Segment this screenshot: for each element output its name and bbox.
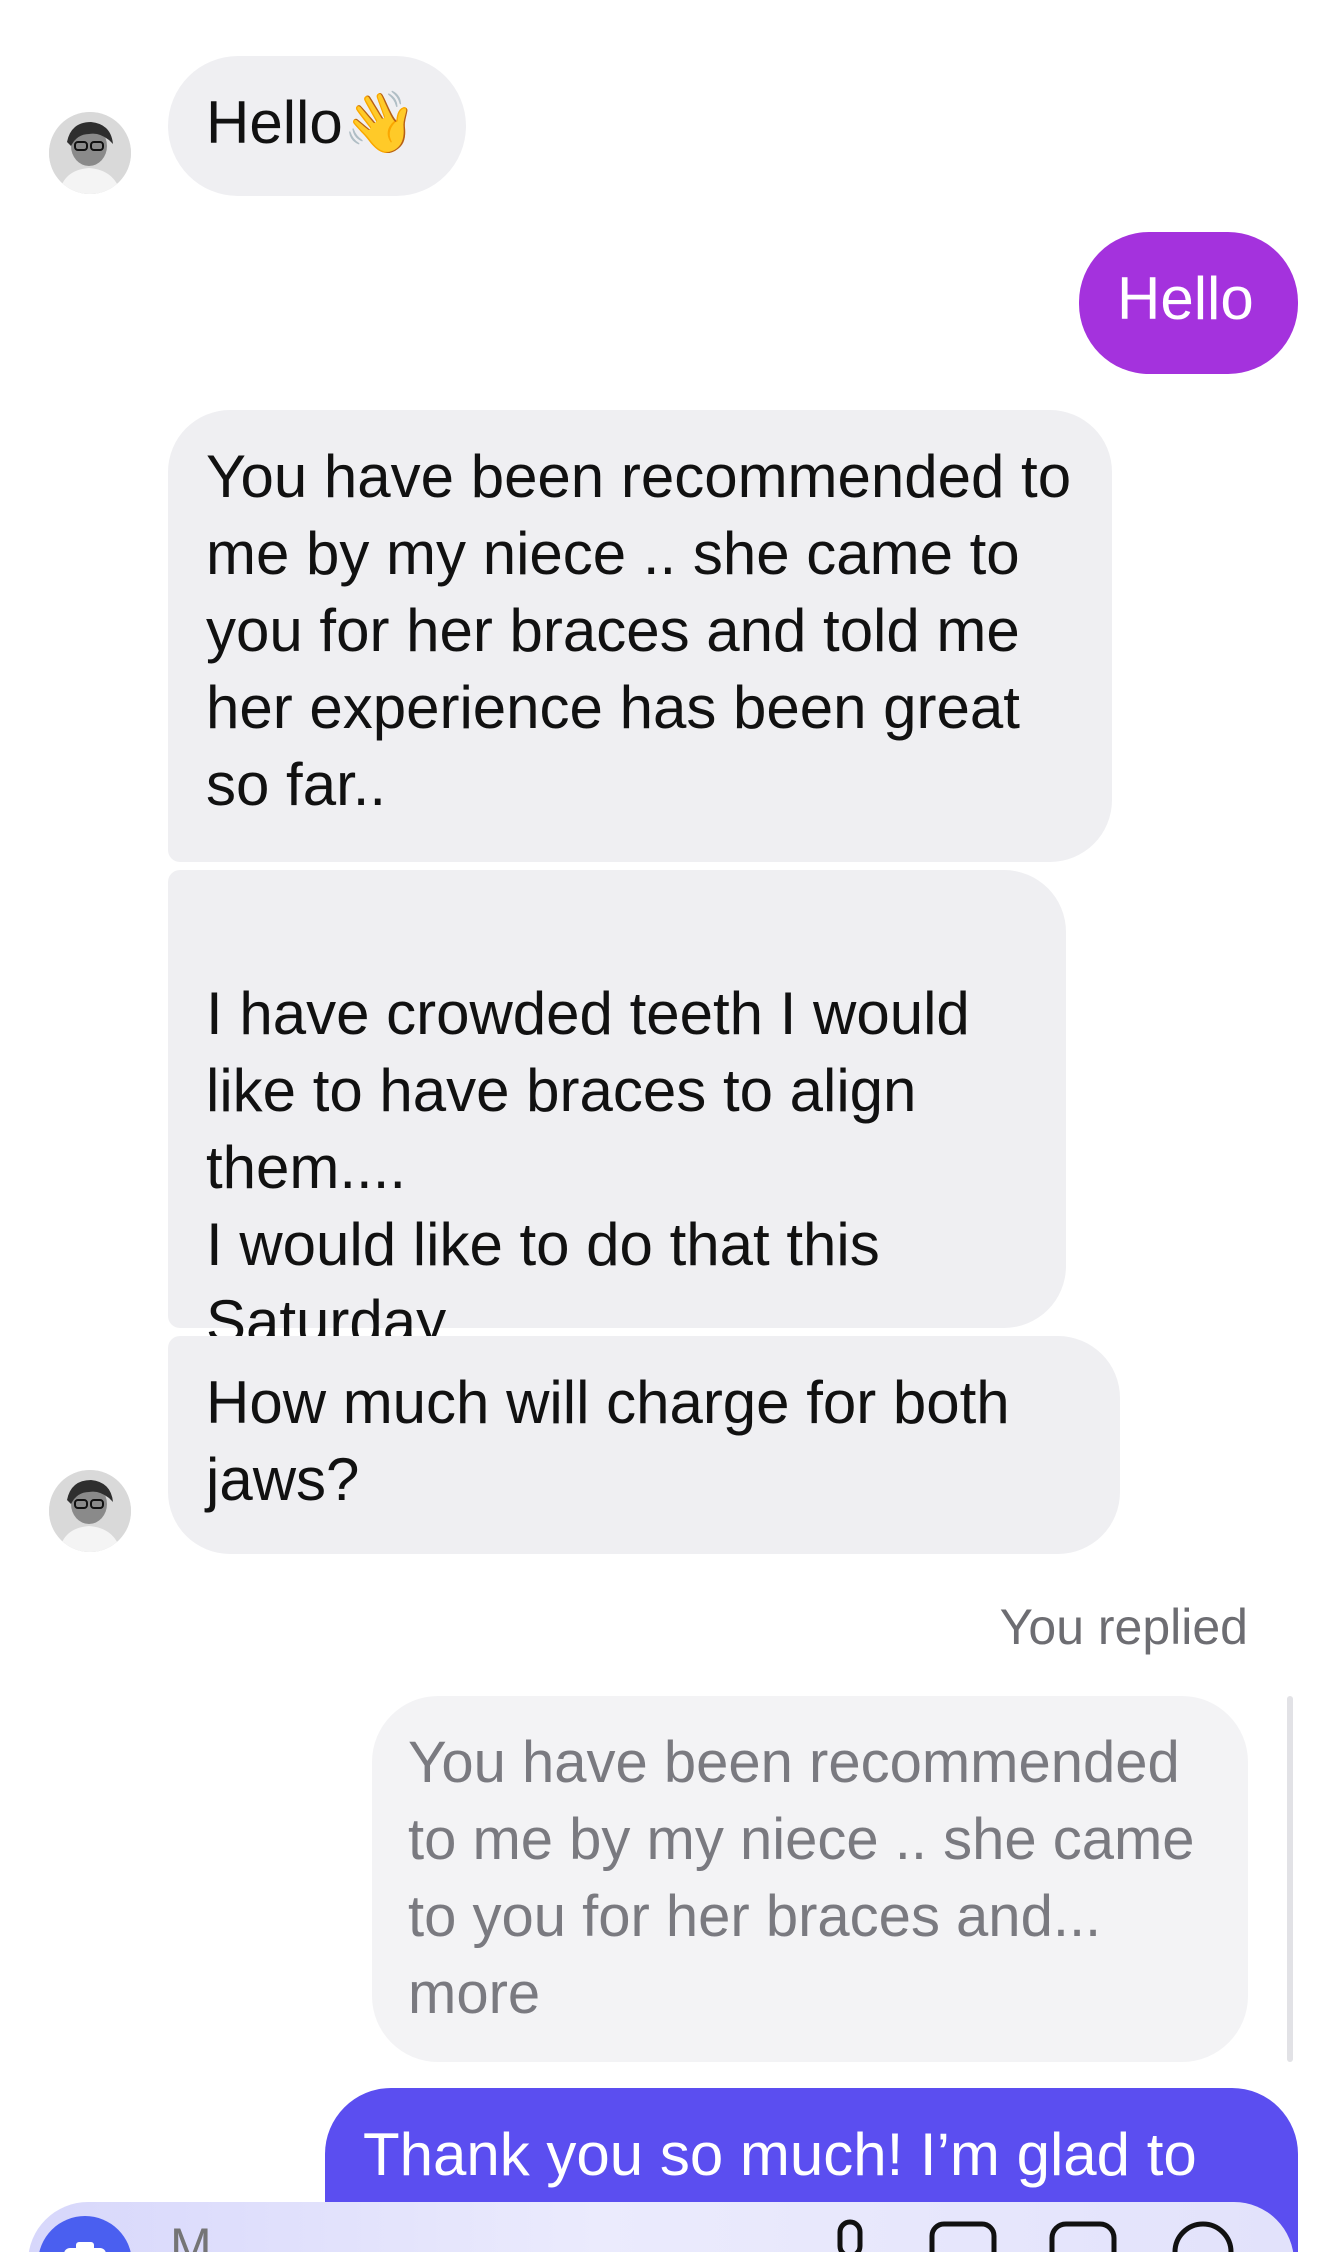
message-text: Thank you so much! I’m glad to: [363, 2121, 1197, 2188]
gallery-icon[interactable]: [928, 2218, 998, 2252]
more-link[interactable]: more: [408, 1961, 540, 2026]
message-bubble-incoming[interactable]: You have been recommended to me by my ni…: [168, 410, 1112, 862]
reply-label: You replied: [999, 1599, 1248, 1655]
message-bubble-outgoing[interactable]: Hello: [1079, 232, 1298, 374]
quoted-text: You have been recommended to me by my ni…: [408, 1730, 1195, 1949]
contact-avatar[interactable]: [49, 112, 131, 194]
message-bubble-incoming[interactable]: I have crowded teeth I would like to hav…: [168, 870, 1066, 1355]
message-input[interactable]: [168, 2216, 672, 2252]
camera-button[interactable]: [38, 2216, 132, 2252]
microphone-icon[interactable]: [828, 2218, 872, 2252]
camera-icon: [64, 2242, 106, 2252]
message-text: Hello👋: [206, 89, 418, 156]
quote-indicator-bar: [1287, 1696, 1293, 2062]
contact-avatar[interactable]: [49, 1470, 131, 1552]
message-text: Hello: [1117, 265, 1254, 332]
message-text: How much will charge for both jaws?: [206, 1369, 1010, 1513]
quoted-message[interactable]: You have been recommended to me by my ni…: [372, 1696, 1248, 2062]
message-bubble-incoming[interactable]: How much will charge for both jaws?: [168, 1336, 1120, 1554]
message-composer: [28, 2202, 1294, 2252]
chat-thread: Hello👋 Hello You have been recommended t…: [0, 0, 1320, 2252]
sticker-icon[interactable]: [1048, 2218, 1118, 2252]
message-text: You have been recommended to me by my ni…: [206, 443, 1072, 818]
message-bubble-incoming[interactable]: Hello👋: [168, 56, 466, 196]
emoji-icon[interactable]: [1168, 2218, 1238, 2252]
message-text: I have crowded teeth I would like to hav…: [206, 980, 970, 1355]
